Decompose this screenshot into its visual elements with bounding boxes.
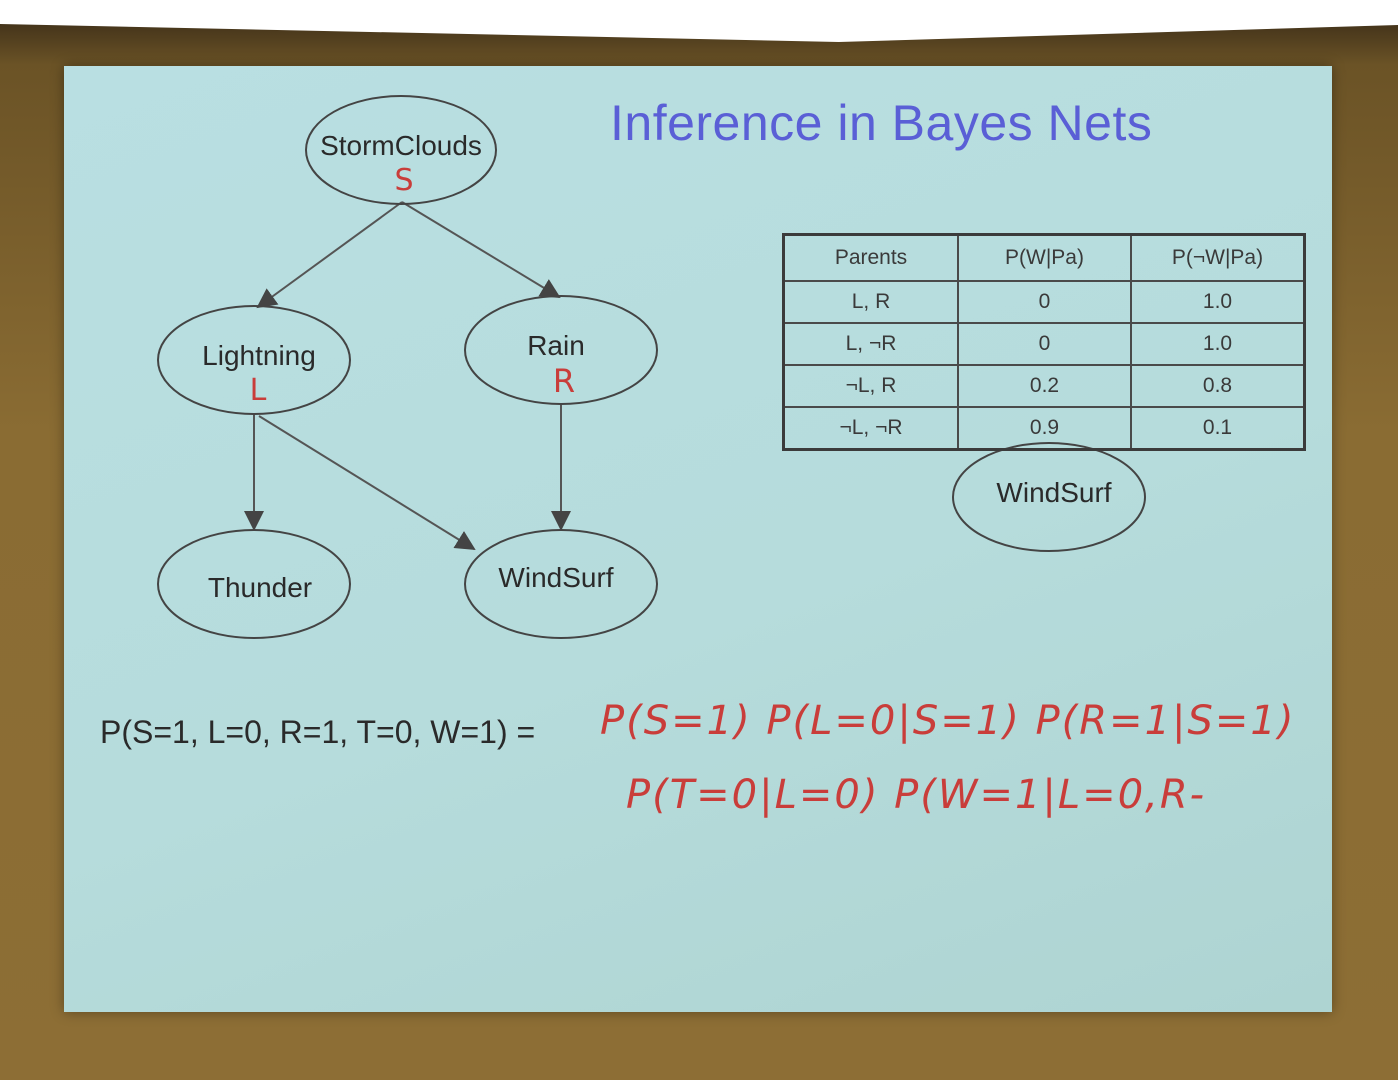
table-row: L, R 0 1.0	[782, 280, 1306, 324]
edge-lightning-windsurf	[258, 415, 476, 551]
joint-probability-expression: P(S=1, L=0, R=1, T=0, W=1) =	[100, 714, 536, 750]
node-lightning-label: Lightning	[202, 340, 316, 371]
table-row: L, ¬R 0 1.0	[782, 322, 1306, 366]
cpt-cell: 0.2	[957, 364, 1132, 408]
wall-background	[0, 0, 1398, 42]
cpt-cell: L, R	[782, 280, 959, 324]
node-lightning-annotation: L	[250, 373, 267, 408]
node-thunder: Thunder	[157, 529, 351, 639]
handwritten-factorization-line-2: P(T=0|L=0) P(W=1|L=0,R-	[626, 772, 1207, 818]
cpt-cell: ¬L, ¬R	[782, 406, 959, 451]
node-storm-clouds-label: StormClouds	[320, 130, 482, 161]
cpt-cell: 0.8	[1130, 364, 1306, 408]
handwritten-factorization-line-1: P(S=1) P(L=0|S=1) P(R=1|S=1)	[600, 698, 1296, 744]
cpt-cell: 0	[957, 280, 1132, 324]
cpt-cell: ¬L, R	[782, 364, 959, 408]
node-windsurf-label: WindSurf	[498, 562, 613, 593]
cpt-cell: 0.9	[957, 406, 1132, 451]
node-rain-annotation: R	[553, 362, 575, 400]
node-rain-label: Rain	[527, 330, 585, 361]
cpt-table: Parents P(W|Pa) P(¬W|Pa) L, R 0 1.0 L, ¬…	[782, 233, 1306, 451]
node-windsurf-cpt: WindSurf	[952, 442, 1146, 552]
cpt-cell: 1.0	[1130, 322, 1306, 366]
node-lightning: Lightning L	[157, 305, 351, 415]
edge-storm-lightning	[256, 201, 403, 309]
cpt-cell: 0.1	[1130, 406, 1306, 451]
node-windsurf-cpt-label: WindSurf	[996, 477, 1111, 508]
cpt-cell: 0	[957, 322, 1132, 366]
node-storm-clouds-annotation: S	[394, 163, 413, 198]
table-row: ¬L, ¬R 0.9 0.1	[782, 406, 1306, 451]
node-thunder-label: Thunder	[208, 572, 312, 603]
projected-slide: Inference in Bayes Nets StormClouds S Li…	[64, 66, 1332, 1012]
node-windsurf: WindSurf	[464, 529, 658, 639]
cpt-cell: 1.0	[1130, 280, 1306, 324]
node-storm-clouds: StormClouds S	[305, 95, 497, 205]
cpt-header-p-not-w: P(¬W|Pa)	[1130, 233, 1306, 282]
cpt-cell: L, ¬R	[782, 322, 959, 366]
cpt-header-parents: Parents	[782, 233, 959, 282]
table-row: ¬L, R 0.2 0.8	[782, 364, 1306, 408]
cpt-header-p-w: P(W|Pa)	[957, 233, 1132, 282]
node-rain: Rain R	[464, 295, 658, 405]
cpt-header-row: Parents P(W|Pa) P(¬W|Pa)	[782, 233, 1306, 282]
edge-storm-rain	[401, 201, 561, 299]
bayes-net-diagram: StormClouds S Lightning L Rain R Thunder…	[157, 95, 1146, 639]
